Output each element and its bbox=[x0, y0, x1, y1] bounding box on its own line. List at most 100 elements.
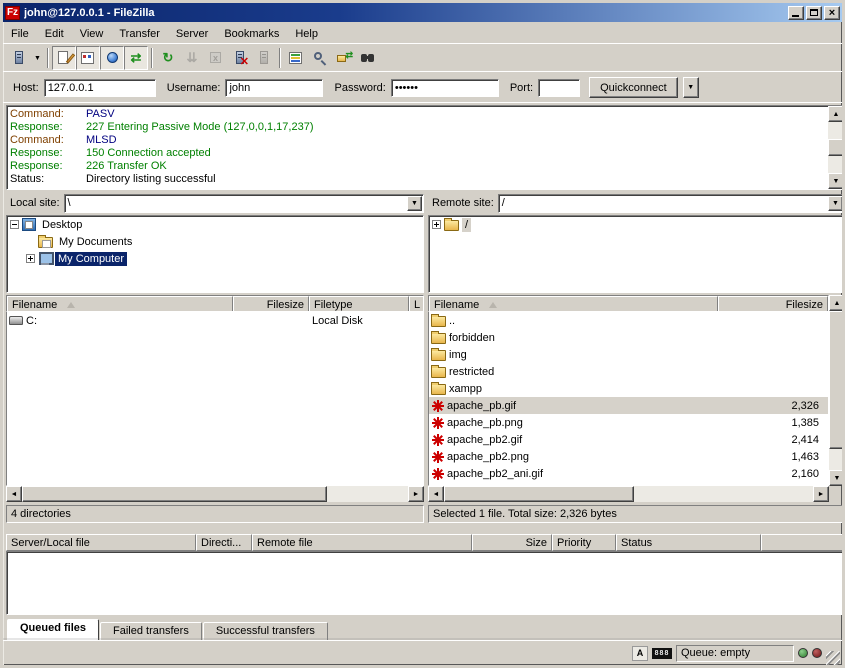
message-log[interactable]: Command:PASV Response:227 Entering Passi… bbox=[6, 105, 845, 190]
column-priority[interactable]: Priority bbox=[552, 534, 616, 551]
queue-list[interactable] bbox=[6, 551, 845, 615]
column-server-local-file[interactable]: Server/Local file bbox=[6, 534, 196, 551]
tab-queued-files[interactable]: Queued files bbox=[7, 619, 99, 640]
column-filename[interactable]: Filename bbox=[7, 296, 233, 312]
scroll-down-icon[interactable]: ▼ bbox=[829, 470, 845, 486]
host-input[interactable] bbox=[44, 79, 156, 97]
local-site-combo[interactable]: \ ▼ bbox=[64, 194, 424, 213]
resize-grip[interactable] bbox=[826, 651, 840, 665]
list-item[interactable]: apache_pb2.png1,463 bbox=[429, 448, 828, 465]
maximize-button[interactable] bbox=[806, 6, 822, 20]
my-documents-icon bbox=[38, 237, 53, 248]
collapse-icon[interactable] bbox=[10, 220, 19, 229]
scroll-up-icon[interactable]: ▲ bbox=[828, 106, 844, 122]
local-tree-icon bbox=[80, 50, 96, 66]
list-item[interactable]: restricted bbox=[429, 363, 828, 380]
scroll-right-icon[interactable]: ► bbox=[813, 486, 829, 502]
column-size[interactable]: Size bbox=[472, 534, 552, 551]
reconnect-button[interactable] bbox=[252, 46, 276, 70]
chevron-down-icon[interactable]: ▼ bbox=[828, 196, 843, 211]
quickconnect-dropdown[interactable]: ▼ bbox=[683, 77, 699, 98]
toggle-remote-tree-button[interactable] bbox=[100, 46, 124, 70]
toggle-queue-button[interactable]: ⇄ bbox=[124, 46, 148, 70]
column-last-modified[interactable]: L bbox=[409, 296, 424, 312]
list-item-selected[interactable]: apache_pb.gif2,326 bbox=[429, 397, 828, 414]
expand-icon[interactable] bbox=[26, 254, 35, 263]
process-queue-button[interactable]: ⇊ bbox=[180, 46, 204, 70]
quickconnect-button[interactable]: Quickconnect bbox=[589, 77, 678, 98]
scroll-up-icon[interactable]: ▲ bbox=[829, 295, 845, 311]
menu-view[interactable]: View bbox=[72, 26, 112, 42]
username-input[interactable] bbox=[225, 79, 323, 97]
site-manager-dropdown[interactable]: ▼ bbox=[31, 47, 44, 69]
menu-server[interactable]: Server bbox=[168, 26, 216, 42]
column-filename[interactable]: Filename bbox=[429, 296, 718, 312]
column-remote-file[interactable]: Remote file bbox=[252, 534, 472, 551]
scroll-left-icon[interactable]: ◄ bbox=[428, 486, 444, 502]
find-files-button[interactable] bbox=[356, 46, 380, 70]
menu-help[interactable]: Help bbox=[287, 26, 326, 42]
local-hscrollbar[interactable]: ◄ ► bbox=[6, 486, 424, 502]
column-filesize[interactable]: Filesize bbox=[233, 296, 309, 312]
menu-edit[interactable]: Edit bbox=[37, 26, 72, 42]
list-item[interactable]: .. bbox=[429, 312, 828, 329]
minimize-icon bbox=[792, 15, 799, 17]
menu-transfer[interactable]: Transfer bbox=[111, 26, 168, 42]
scroll-thumb[interactable] bbox=[444, 486, 634, 502]
cancel-operation-button[interactable]: x bbox=[204, 46, 228, 70]
minimize-button[interactable] bbox=[788, 6, 804, 20]
scroll-thumb[interactable] bbox=[22, 486, 327, 502]
list-item[interactable]: forbidden bbox=[429, 329, 828, 346]
queue-header: Server/Local file Directi... Remote file… bbox=[6, 534, 845, 551]
transfer-type-icon[interactable]: A bbox=[632, 646, 648, 661]
tab-failed-transfers[interactable]: Failed transfers bbox=[100, 622, 202, 640]
refresh-button[interactable]: ↻ bbox=[156, 46, 180, 70]
tree-item-my-computer[interactable]: My Computer bbox=[7, 250, 423, 267]
scroll-thumb[interactable] bbox=[829, 311, 845, 449]
disconnect-button[interactable]: ✕ bbox=[228, 46, 252, 70]
synchronized-browsing-icon: ⇄ bbox=[336, 50, 352, 66]
toggle-local-tree-button[interactable] bbox=[76, 46, 100, 70]
chevron-down-icon[interactable]: ▼ bbox=[407, 196, 422, 211]
expand-icon[interactable] bbox=[432, 220, 441, 229]
log-scrollbar[interactable]: ▲ ▼ bbox=[828, 106, 844, 189]
speed-limit-icon[interactable]: 888 bbox=[652, 648, 672, 659]
remote-vscrollbar[interactable]: ▲ ▼ bbox=[829, 295, 845, 486]
column-filetype[interactable]: Filetype bbox=[309, 296, 409, 312]
tree-item-root[interactable]: / bbox=[429, 216, 844, 233]
menu-file[interactable]: File bbox=[3, 26, 37, 42]
synchronized-browsing-button[interactable]: ⇄ bbox=[332, 46, 356, 70]
column-status[interactable]: Status bbox=[616, 534, 761, 551]
remote-site-combo[interactable]: / ▼ bbox=[498, 194, 845, 213]
list-item[interactable]: xampp bbox=[429, 380, 828, 397]
tree-item-desktop[interactable]: Desktop bbox=[7, 216, 423, 233]
toggle-message-log-button[interactable] bbox=[52, 46, 76, 70]
list-item[interactable]: apache_pb2_ani.gif2,160 bbox=[429, 465, 828, 482]
list-item[interactable]: apache_pb2.gif2,414 bbox=[429, 431, 828, 448]
titlebar[interactable]: Fz john@127.0.0.1 - FileZilla × bbox=[3, 3, 842, 22]
local-file-list[interactable]: C: Local Disk bbox=[6, 312, 424, 486]
scroll-thumb[interactable] bbox=[828, 139, 844, 156]
site-manager-button[interactable] bbox=[7, 46, 31, 70]
scroll-right-icon[interactable]: ► bbox=[408, 486, 424, 502]
filter-button[interactable] bbox=[308, 46, 332, 70]
local-tree[interactable]: Desktop My Documents My Computer bbox=[6, 215, 424, 293]
menu-bookmarks[interactable]: Bookmarks bbox=[216, 26, 287, 42]
list-item-c-drive[interactable]: C: Local Disk bbox=[7, 312, 423, 329]
list-item[interactable]: img bbox=[429, 346, 828, 363]
remote-hscrollbar[interactable]: ◄ ► bbox=[428, 486, 829, 502]
tab-successful-transfers[interactable]: Successful transfers bbox=[203, 622, 328, 640]
close-button[interactable]: × bbox=[824, 6, 840, 20]
tree-item-my-documents[interactable]: My Documents bbox=[7, 233, 423, 250]
scroll-left-icon[interactable]: ◄ bbox=[6, 486, 22, 502]
password-input[interactable] bbox=[391, 79, 499, 97]
list-item[interactable]: apache_pb.png1,385 bbox=[429, 414, 828, 431]
column-filesize[interactable]: Filesize bbox=[718, 296, 828, 312]
directory-comparison-button[interactable] bbox=[284, 46, 308, 70]
scroll-down-icon[interactable]: ▼ bbox=[828, 173, 844, 189]
remote-file-list[interactable]: .. forbidden img restricted xampp apache… bbox=[428, 312, 829, 486]
column-direction[interactable]: Directi... bbox=[196, 534, 252, 551]
remote-tree[interactable]: / bbox=[428, 215, 845, 293]
port-input[interactable] bbox=[538, 79, 580, 97]
folder-icon bbox=[431, 384, 446, 395]
